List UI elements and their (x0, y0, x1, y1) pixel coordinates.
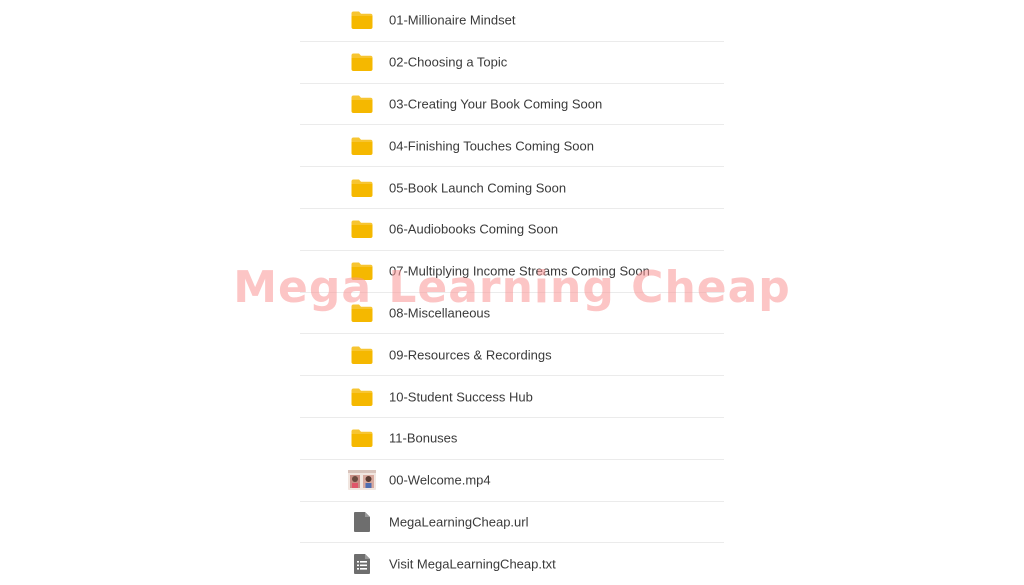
folder-icon (350, 343, 374, 367)
folder-icon (350, 385, 374, 409)
folder-icon (350, 134, 374, 158)
file-row[interactable]: MegaLearningCheap.url (300, 502, 724, 544)
file-name: 02-Choosing a Topic (389, 54, 508, 70)
file-row[interactable]: 00-Welcome.mp4 (300, 460, 724, 502)
file-name: 11-Bonuses (389, 430, 458, 446)
file-name: 04-Finishing Touches Coming Soon (389, 138, 594, 154)
file-name: 03-Creating Your Book Coming Soon (389, 96, 603, 112)
video-thumbnail-icon (348, 468, 376, 492)
file-row[interactable]: 06-Audiobooks Coming Soon (300, 209, 724, 251)
file-name: MegaLearningCheap.url (389, 514, 529, 530)
folder-icon (350, 92, 374, 116)
file-row[interactable]: 11-Bonuses (300, 418, 724, 460)
file-name: 05-Book Launch Coming Soon (389, 180, 567, 196)
file-row[interactable]: 03-Creating Your Book Coming Soon (300, 84, 724, 126)
file-name: 10-Student Success Hub (389, 389, 533, 405)
folder-icon (350, 301, 374, 325)
file-name: 01-Millionaire Mindset (389, 12, 516, 28)
file-name: Visit MegaLearningCheap.txt (389, 556, 556, 572)
file-row[interactable]: Visit MegaLearningCheap.txt (300, 543, 724, 585)
file-row[interactable]: 01-Millionaire Mindset (300, 0, 724, 42)
folder-icon (350, 217, 374, 241)
folder-icon (350, 8, 374, 32)
folder-icon (350, 259, 374, 283)
file-row[interactable]: 05-Book Launch Coming Soon (300, 167, 724, 209)
file-name: 06-Audiobooks Coming Soon (389, 221, 559, 237)
url-file-icon (350, 510, 374, 534)
folder-icon (350, 426, 374, 450)
file-name: 07-Multiplying Income Streams Coming Soo… (389, 263, 650, 279)
file-name: 09-Resources & Recordings (389, 347, 552, 363)
folder-icon (350, 176, 374, 200)
file-row[interactable]: 09-Resources & Recordings (300, 334, 724, 377)
file-row[interactable]: 08-Miscellaneous (300, 293, 724, 335)
folder-icon (350, 50, 374, 74)
file-row[interactable]: 04-Finishing Touches Coming Soon (300, 125, 724, 168)
file-row[interactable]: 07-Multiplying Income Streams Coming Soo… (300, 251, 724, 293)
file-name: 08-Miscellaneous (389, 305, 491, 321)
file-name: 00-Welcome.mp4 (389, 472, 491, 488)
file-row[interactable]: 10-Student Success Hub (300, 376, 724, 418)
file-row[interactable]: 02-Choosing a Topic (300, 42, 724, 84)
text-file-icon (350, 552, 374, 576)
file-list: 01-Millionaire Mindset 02-Choosing a Top… (300, 0, 724, 585)
